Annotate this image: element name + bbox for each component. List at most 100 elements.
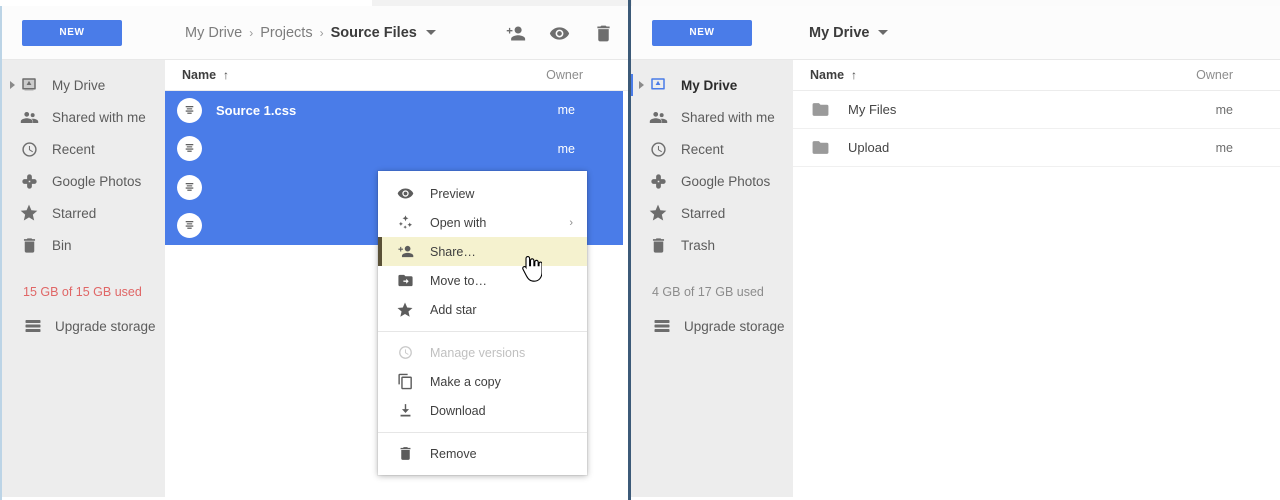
- sidebar-item-label: Starred: [681, 205, 726, 221]
- context-menu-item-add-star[interactable]: Add star: [378, 295, 587, 324]
- file-icon: [177, 136, 202, 162]
- sort-ascending-icon: ↑: [223, 68, 230, 82]
- open-with-icon: [394, 212, 416, 234]
- context-menu-item-make-a-copy[interactable]: Make a copy: [378, 367, 587, 396]
- left-body: My Drive Shared with me Recent Google Ph…: [2, 60, 628, 500]
- upgrade-storage-label: Upgrade storage: [55, 318, 156, 334]
- table-row[interactable]: Upload me: [793, 129, 1280, 167]
- list-header: Name ↑ Owner: [165, 60, 628, 91]
- sidebar-item-trash[interactable]: Trash: [631, 229, 793, 261]
- star-icon: [647, 202, 669, 224]
- table-row[interactable]: Source 1.css me: [165, 91, 623, 130]
- column-header-owner[interactable]: Owner: [546, 68, 583, 82]
- chevron-down-icon[interactable]: [878, 30, 889, 35]
- sidebar-item-label: Bin: [52, 237, 72, 253]
- new-button[interactable]: NEW: [22, 19, 122, 46]
- context-menu-item-label: Make a copy: [430, 374, 501, 389]
- people-icon: [647, 106, 669, 128]
- trash-icon[interactable]: [592, 22, 614, 44]
- sidebar-item-label: My Drive: [52, 77, 106, 93]
- photos-icon: [18, 170, 40, 192]
- context-menu-item-manage-versions: Manage versions: [378, 338, 587, 367]
- context-menu-item-label: Open with: [430, 215, 487, 230]
- sidebar-item-my-drive[interactable]: My Drive: [631, 69, 793, 101]
- context-menu-item-label: Share…: [430, 244, 476, 259]
- chevron-right-icon[interactable]: [639, 81, 644, 89]
- context-menu-item-share[interactable]: Share…: [378, 237, 587, 266]
- context-menu-item-download[interactable]: Download: [378, 396, 587, 425]
- trash-icon: [18, 234, 40, 256]
- sidebar-item-shared-with-me[interactable]: Shared with me: [2, 101, 165, 133]
- right-drive-window: NEW My Drive My Drive Shared with me Rec…: [631, 6, 1280, 500]
- chevron-down-icon[interactable]: [425, 30, 436, 35]
- context-menu-item-label: Add star: [430, 302, 477, 317]
- clock-icon: [18, 138, 40, 160]
- eye-icon: [394, 183, 416, 205]
- left-drive-window: NEW My Drive › Projects › Source Files M…: [0, 6, 628, 500]
- folder-owner: me: [1215, 140, 1233, 155]
- file-icon: [177, 174, 202, 200]
- table-row[interactable]: me: [165, 130, 623, 169]
- sidebar-item-recent[interactable]: Recent: [631, 133, 793, 165]
- file-name: Source 1.css: [216, 102, 297, 118]
- drive-icon: [18, 74, 40, 96]
- column-header-name[interactable]: Name ↑: [182, 68, 229, 82]
- folder-name: Upload: [848, 140, 890, 155]
- breadcrumb-item-my-drive[interactable]: My Drive: [185, 25, 242, 41]
- folder-owner: me: [1215, 102, 1233, 117]
- sidebar-item-starred[interactable]: Starred: [2, 197, 165, 229]
- context-menu-item-remove[interactable]: Remove: [378, 439, 587, 468]
- context-menu-separator: [378, 331, 587, 332]
- folder-icon: [811, 138, 831, 158]
- sidebar-item-bin[interactable]: Bin: [2, 229, 165, 261]
- context-menu-item-label: Preview: [430, 186, 475, 201]
- new-button[interactable]: NEW: [652, 19, 752, 46]
- column-header-name-label: Name: [182, 68, 217, 82]
- sidebar-item-starred[interactable]: Starred: [631, 197, 793, 229]
- storage-usage-text: 4 GB of 17 GB used: [652, 285, 764, 299]
- star-icon: [18, 202, 40, 224]
- sidebar-item-my-drive[interactable]: My Drive: [2, 69, 165, 101]
- upgrade-storage-button[interactable]: Upgrade storage: [2, 310, 165, 342]
- sidebar-item-google-photos[interactable]: Google Photos: [631, 165, 793, 197]
- sidebar-item-google-photos[interactable]: Google Photos: [2, 165, 165, 197]
- table-row[interactable]: My Files me: [793, 91, 1280, 129]
- storage-usage-text: 15 GB of 15 GB used: [23, 285, 142, 299]
- screen-root: NEW My Drive › Projects › Source Files M…: [0, 0, 1280, 500]
- right-sidebar: My Drive Shared with me Recent Google Ph…: [631, 60, 793, 497]
- breadcrumb: My Drive › Projects › Source Files: [185, 25, 436, 41]
- context-menu-item-open-with[interactable]: Open with ›: [378, 208, 587, 237]
- add-person-icon: [394, 241, 416, 263]
- eye-icon[interactable]: [548, 22, 570, 44]
- chevron-right-icon[interactable]: [10, 81, 15, 89]
- sidebar-item-label: Google Photos: [52, 173, 142, 189]
- folder-name: My Files: [848, 102, 897, 117]
- trash-icon: [394, 443, 416, 465]
- context-menu-item-label: Remove: [430, 446, 477, 461]
- file-icon: [177, 213, 202, 239]
- file-icon: [177, 97, 202, 123]
- file-owner: me: [557, 141, 575, 156]
- breadcrumb-item-projects[interactable]: Projects: [260, 25, 312, 41]
- list-header: Name ↑ Owner: [793, 60, 1280, 91]
- right-body: My Drive Shared with me Recent Google Ph…: [631, 60, 1280, 500]
- breadcrumb-item-my-drive[interactable]: My Drive: [809, 25, 869, 41]
- download-icon: [394, 400, 416, 422]
- right-header-bar: NEW My Drive: [631, 6, 1280, 60]
- trash-icon: [647, 234, 669, 256]
- sidebar-item-shared-with-me[interactable]: Shared with me: [631, 101, 793, 133]
- breadcrumb-item-source-files[interactable]: Source Files: [331, 25, 417, 41]
- storage-bars-icon: [22, 315, 44, 337]
- context-menu-item-preview[interactable]: Preview: [378, 179, 587, 208]
- context-menu-item-move-to[interactable]: Move to…: [378, 266, 587, 295]
- clock-icon: [394, 342, 416, 364]
- left-sidebar: My Drive Shared with me Recent Google Ph…: [2, 60, 165, 497]
- column-header-name[interactable]: Name ↑: [810, 68, 857, 82]
- clock-icon: [647, 138, 669, 160]
- column-header-owner[interactable]: Owner: [1196, 68, 1233, 82]
- header-actions: [504, 6, 614, 60]
- upgrade-storage-button[interactable]: Upgrade storage: [631, 310, 793, 342]
- sidebar-item-recent[interactable]: Recent: [2, 133, 165, 165]
- context-menu-item-label: Move to…: [430, 273, 487, 288]
- add-person-icon[interactable]: [504, 22, 526, 44]
